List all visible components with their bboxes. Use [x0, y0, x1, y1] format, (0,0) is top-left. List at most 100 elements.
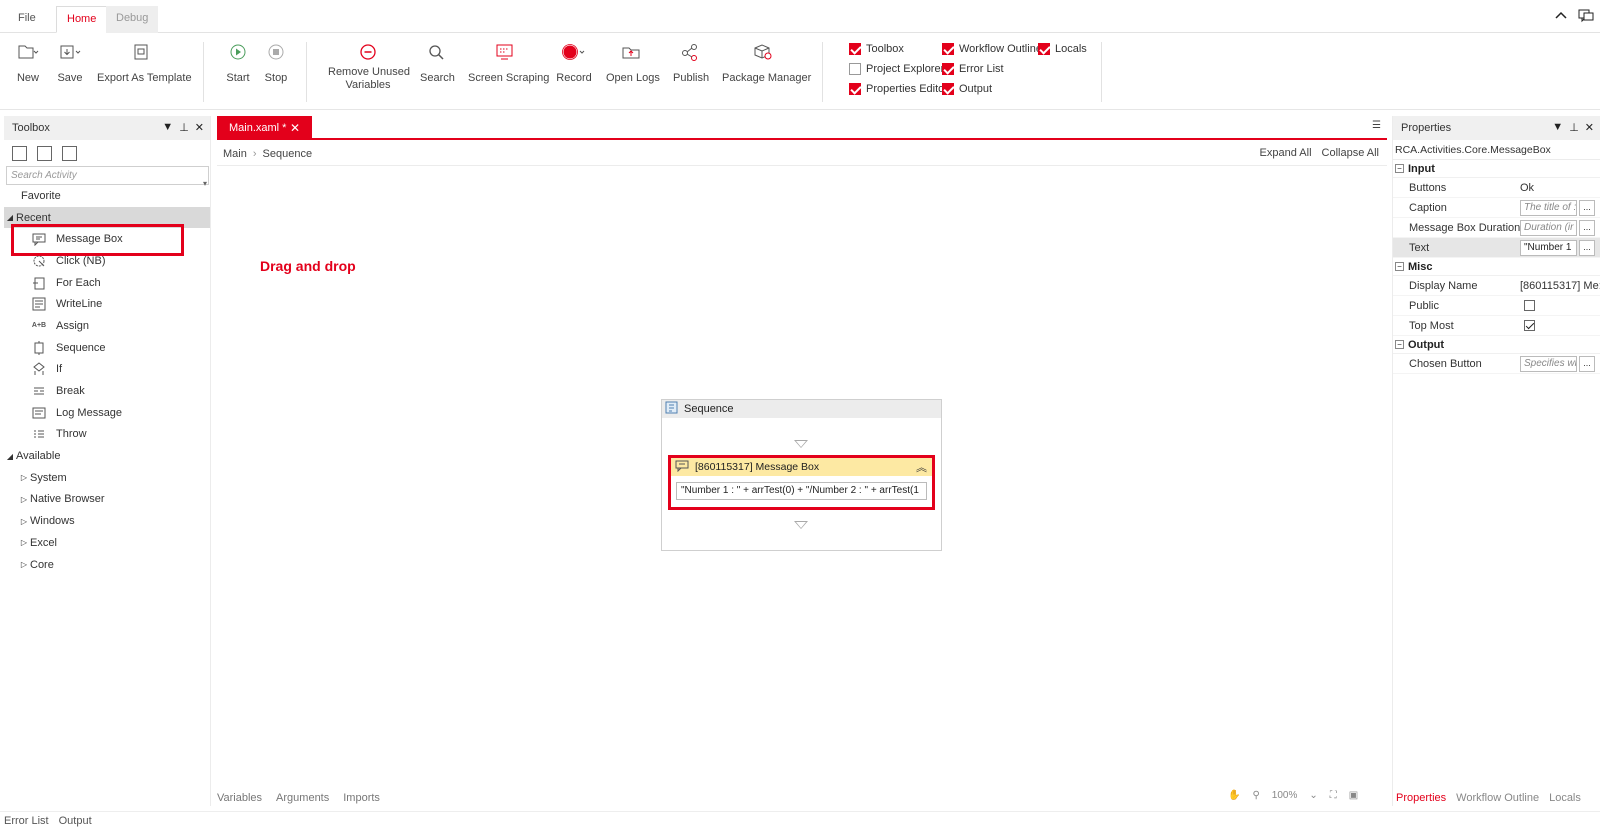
top-most-checkbox[interactable] [1524, 320, 1535, 331]
search-button[interactable]: Search [420, 40, 455, 85]
tab-debug[interactable]: Debug [106, 6, 159, 33]
chat-icon[interactable] [1578, 9, 1594, 23]
duration-input[interactable]: Duration (ir [1520, 220, 1577, 236]
breadcrumb-sequence[interactable]: Sequence [263, 148, 313, 160]
text-input[interactable]: "Number 1 [1520, 240, 1577, 256]
activity-writeline[interactable]: WriteLine [4, 293, 210, 315]
property-value[interactable]: Ok [1520, 182, 1600, 194]
tab-main-xaml[interactable]: Main.xaml * ✕ [217, 116, 312, 140]
output-toggle[interactable]: Output [942, 83, 992, 95]
screen-scraping-button[interactable]: Screen Scraping [468, 40, 549, 85]
list-view-icon[interactable] [62, 145, 77, 161]
ellipsis-button[interactable]: ... [1579, 356, 1595, 372]
properties-tab[interactable]: Properties [1396, 792, 1446, 804]
hand-icon[interactable]: ✋ [1228, 790, 1240, 801]
breadcrumb-main[interactable]: Main [223, 148, 247, 160]
drop-arrow-icon[interactable] [794, 440, 808, 448]
favorite-node[interactable]: Favorite [4, 185, 210, 207]
category-input[interactable]: − Input [1393, 160, 1600, 178]
group-native-browser[interactable]: ▷ Native Browser [4, 489, 210, 511]
collapse-all-icon[interactable] [37, 145, 52, 161]
new-button[interactable]: New [14, 40, 42, 85]
dropdown-icon[interactable]: ▼ [1552, 121, 1563, 134]
zoom-dropdown-icon[interactable]: ⌄ [1309, 790, 1317, 801]
remove-unused-variables-button[interactable]: Remove Unused Variables [328, 40, 410, 92]
error-list-tab[interactable]: Error List [4, 815, 49, 827]
fit-screen-icon[interactable]: ⛶ [1330, 790, 1337, 801]
project-explorer-toggle[interactable]: Project Explorer [849, 63, 944, 75]
expand-all-icon[interactable] [12, 145, 27, 161]
property-caption[interactable]: Caption The title of :... [1393, 198, 1600, 218]
arguments-tab[interactable]: Arguments [276, 792, 329, 804]
activity-throw[interactable]: Throw [4, 424, 210, 446]
properties-editor-toggle[interactable]: Properties Editor [849, 83, 948, 95]
locals-toggle[interactable]: Locals [1038, 43, 1087, 55]
message-box-text-input[interactable]: "Number 1 : " + arrTest(0) + "/Number 2 … [676, 482, 927, 500]
property-duration[interactable]: Message Box Duration Duration (ir... [1393, 218, 1600, 238]
tab-home[interactable]: Home [56, 6, 108, 33]
group-core[interactable]: ▷ Core [4, 554, 210, 576]
public-checkbox[interactable] [1524, 300, 1535, 311]
ellipsis-button[interactable]: ... [1579, 240, 1595, 256]
tab-list-icon[interactable]: ☰ [1372, 120, 1381, 131]
drop-arrow-icon[interactable] [794, 521, 808, 529]
property-public[interactable]: Public [1393, 296, 1600, 316]
property-chosen-button[interactable]: Chosen Button Specifies wh... [1393, 354, 1600, 374]
workflow-outline-tab[interactable]: Workflow Outline [1456, 792, 1539, 804]
close-icon[interactable]: ✕ [290, 116, 300, 140]
stop-button[interactable]: Stop [262, 40, 290, 85]
error-list-toggle[interactable]: Error List [942, 63, 1004, 75]
collapse-icon[interactable]: ︽ [916, 459, 927, 475]
property-buttons[interactable]: Buttons Ok [1393, 178, 1600, 198]
activity-assign[interactable]: A+B Assign [4, 315, 210, 337]
workflow-outline-toggle[interactable]: Workflow Outline [942, 43, 1042, 55]
export-template-button[interactable]: Export As Template [97, 40, 192, 85]
category-misc[interactable]: − Misc [1393, 258, 1600, 276]
group-system[interactable]: ▷ System [4, 467, 210, 489]
overview-icon[interactable]: ▣ [1349, 790, 1358, 801]
group-excel[interactable]: ▷ Excel [4, 532, 210, 554]
toolbox-panel-toggle[interactable]: Toolbox [849, 43, 904, 55]
close-icon[interactable]: ✕ [195, 121, 204, 134]
output-tab[interactable]: Output [59, 815, 92, 827]
group-windows[interactable]: ▷ Windows [4, 510, 210, 532]
zoom-level[interactable]: 100% [1272, 790, 1298, 801]
activity-if[interactable]: If [4, 359, 210, 381]
record-button[interactable]: Record [556, 40, 592, 85]
panel-controls: ▼ ⊥ ✕ [1552, 121, 1594, 134]
activity-break[interactable]: Break [4, 380, 210, 402]
message-box-activity[interactable]: [860115317] Message Box ︽ "Number 1 : " … [668, 455, 935, 510]
display-name-value[interactable]: [860115317] Me: [1520, 280, 1600, 292]
chosen-button-input[interactable]: Specifies wh [1520, 356, 1577, 372]
pin-icon[interactable]: ⊥ [1569, 121, 1579, 134]
ellipsis-button[interactable]: ... [1579, 220, 1595, 236]
pin-icon[interactable]: ⊥ [179, 121, 189, 134]
category-output[interactable]: − Output [1393, 336, 1600, 354]
save-button[interactable]: Save [56, 40, 84, 85]
sequence-activity[interactable]: Sequence [860115317] Message Box ︽ "Numb… [661, 399, 942, 551]
tab-file[interactable]: File [8, 6, 46, 33]
ellipsis-button[interactable]: ... [1579, 200, 1595, 216]
locals-tab[interactable]: Locals [1549, 792, 1581, 804]
expand-all-link[interactable]: Expand All [1260, 147, 1312, 159]
dropdown-icon[interactable]: ▼ [162, 121, 173, 134]
property-top-most[interactable]: Top Most [1393, 316, 1600, 336]
close-icon[interactable]: ✕ [1585, 121, 1594, 134]
activity-sequence[interactable]: Sequence [4, 337, 210, 359]
collapse-all-link[interactable]: Collapse All [1322, 147, 1379, 159]
activity-for-each[interactable]: For Each [4, 272, 210, 294]
package-manager-button[interactable]: Package Manager [722, 40, 811, 85]
start-button[interactable]: Start [224, 40, 252, 85]
search-activity-input[interactable]: Search Activity [6, 166, 209, 188]
property-display-name[interactable]: Display Name [860115317] Me: [1393, 276, 1600, 296]
property-text[interactable]: Text "Number 1... [1393, 238, 1600, 258]
available-node[interactable]: ◢ Available [4, 445, 210, 467]
publish-button[interactable]: Publish [673, 40, 709, 85]
collapse-ribbon-icon[interactable] [1554, 9, 1568, 23]
caption-input[interactable]: The title of : [1520, 200, 1577, 216]
variables-tab[interactable]: Variables [217, 792, 262, 804]
imports-tab[interactable]: Imports [343, 792, 380, 804]
activity-log-message[interactable]: Log Message [4, 402, 210, 424]
zoom-icon[interactable]: ⚲ [1252, 790, 1259, 801]
open-logs-button[interactable]: Open Logs [606, 40, 660, 85]
